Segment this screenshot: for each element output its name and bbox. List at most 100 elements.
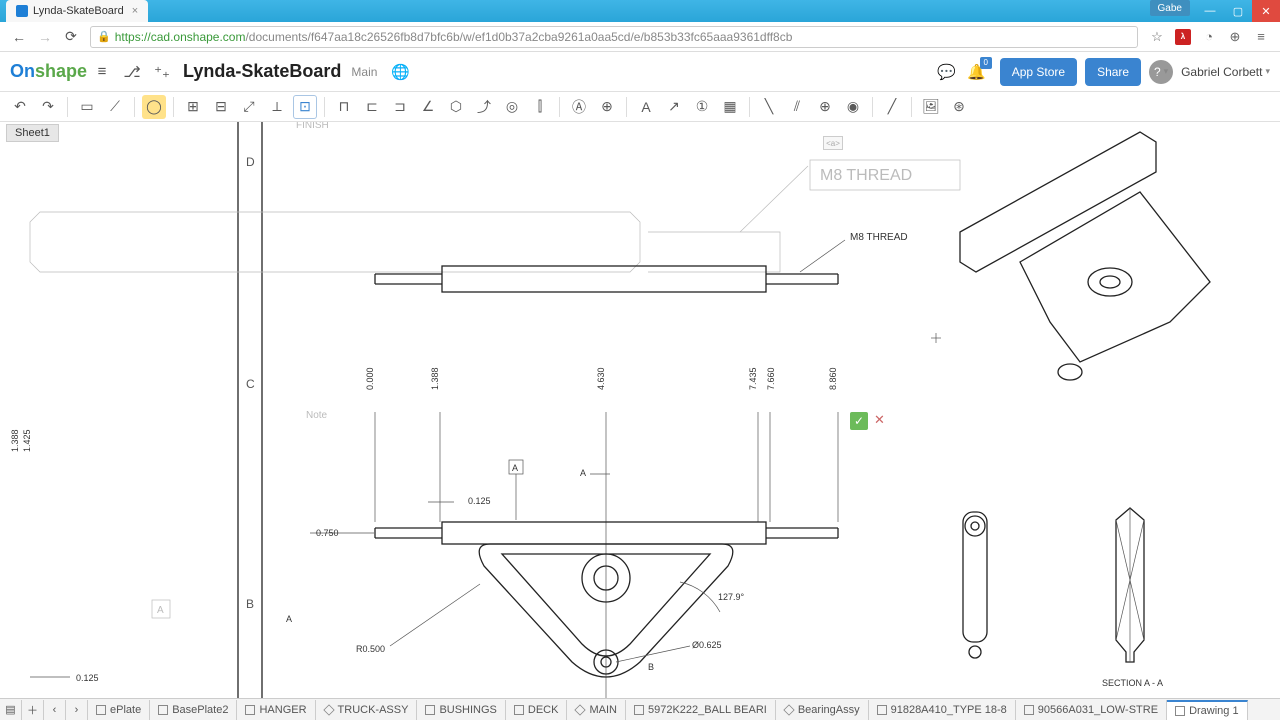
highlight-icon[interactable]: ◯ <box>142 95 166 119</box>
insert-icon[interactable]: ⁺₊ <box>151 61 173 83</box>
dim-chain-icon[interactable]: ⫿ <box>528 95 552 119</box>
tab-close-icon[interactable]: × <box>132 5 138 17</box>
tab-5972k222-ball-beari[interactable]: 5972K222_BALL BEARI <box>626 700 776 720</box>
comments-icon[interactable]: 💬 <box>936 61 958 83</box>
section-view-icon[interactable]: ⊡ <box>293 95 317 119</box>
svg-text:0.125: 0.125 <box>76 673 99 683</box>
tab-deck[interactable]: DECK <box>506 700 568 720</box>
svg-text:Note: Note <box>306 410 328 421</box>
user-menu[interactable]: Gabriel Corbett▾ <box>1181 65 1270 79</box>
favicon-icon <box>16 5 28 17</box>
svg-text:1.425: 1.425 <box>22 429 32 452</box>
tab-prev-icon[interactable]: ‹ <box>44 700 66 720</box>
sheet-icon[interactable]: ▭ <box>75 95 99 119</box>
nav-back-icon[interactable]: ← <box>8 26 30 48</box>
tab-next-icon[interactable]: › <box>66 700 88 720</box>
tab-drawing-1[interactable]: Drawing 1 <box>1167 700 1248 720</box>
doc-menu-icon[interactable]: ≡ <box>91 61 113 83</box>
target-icon[interactable]: ◉ <box>841 95 865 119</box>
browser-titlebar: Lynda-SkateBoard × Gabe — ▢ ✕ <box>0 0 1280 22</box>
tab-truck-assy[interactable]: TRUCK-ASSY <box>316 700 418 720</box>
minimize-icon[interactable]: — <box>1196 0 1224 22</box>
ext1-icon[interactable]: ◔ <box>1199 27 1219 47</box>
tab-label: HANGER <box>259 704 306 716</box>
tab-label: ePlate <box>110 704 141 716</box>
gtol-icon[interactable]: ⊕ <box>595 95 619 119</box>
dim2-icon[interactable]: ⊏ <box>360 95 384 119</box>
part-icon <box>245 705 255 715</box>
help-icon[interactable]: ?▾ <box>1149 60 1173 84</box>
view3-icon[interactable]: ⤢ <box>237 95 261 119</box>
svg-text:FINISH: FINISH <box>296 122 329 131</box>
table-icon[interactable]: ▦ <box>718 95 742 119</box>
address-bar[interactable]: 🔒 https:// cad.onshape.com /documents/f6… <box>90 26 1138 48</box>
document-name[interactable]: Lynda-SkateBoard <box>183 61 341 82</box>
tab-title: Lynda-SkateBoard <box>33 5 124 17</box>
dim-dia-icon[interactable]: ⬡ <box>444 95 468 119</box>
tab-eplate[interactable]: ePlate <box>88 700 150 720</box>
view4-icon[interactable]: ⟂ <box>265 95 289 119</box>
dim1-icon[interactable]: ⊓ <box>332 95 356 119</box>
view1-icon[interactable]: ⊞ <box>181 95 205 119</box>
drawing-canvas[interactable]: Sheet1 <a> ✓ ✕ D C B FINISH M8 THREAD M8… <box>0 122 1280 698</box>
centermark-icon[interactable]: ⊕ <box>813 95 837 119</box>
svg-text:C: C <box>246 377 255 391</box>
ext2-icon[interactable]: ⊕ <box>1225 27 1245 47</box>
edge-icon[interactable]: ╱ <box>880 95 904 119</box>
svg-text:SECTION A - A: SECTION A - A <box>1102 678 1163 688</box>
undo-icon[interactable]: ↶ <box>8 95 32 119</box>
view2-icon[interactable]: ⊟ <box>209 95 233 119</box>
nav-forward-icon[interactable]: → <box>34 26 56 48</box>
dim-rad-icon[interactable]: ⤴ <box>472 95 496 119</box>
window-controls: Gabe — ▢ ✕ <box>1150 0 1280 22</box>
tab-hanger[interactable]: HANGER <box>237 700 315 720</box>
part-icon <box>1024 705 1034 715</box>
tab-bushings[interactable]: BUSHINGS <box>417 700 505 720</box>
tab-label: BUSHINGS <box>439 704 496 716</box>
pdf-ext-icon[interactable]: λ <box>1173 27 1193 47</box>
note-text-icon[interactable]: A <box>634 95 658 119</box>
datum-feature-icon[interactable]: Ⓐ <box>567 95 591 119</box>
tab-91828a410-type-18-8[interactable]: 91828A410_TYPE 18-8 <box>869 700 1016 720</box>
dim-angle-icon[interactable]: ∠ <box>416 95 440 119</box>
leader-icon[interactable]: ↗ <box>662 95 686 119</box>
dim3-icon[interactable]: ⊐ <box>388 95 412 119</box>
redo-icon[interactable]: ↷ <box>36 95 60 119</box>
line-icon[interactable]: ╲ <box>757 95 781 119</box>
tab-bearingassy[interactable]: BearingAssy <box>776 700 869 720</box>
window-close-icon[interactable]: ✕ <box>1252 0 1280 22</box>
measure-icon[interactable]: ⟋ <box>103 95 127 119</box>
chrome-user-chip[interactable]: Gabe <box>1150 0 1190 16</box>
appstore-button[interactable]: App Store <box>1000 58 1077 86</box>
version-graph-icon[interactable]: ⎇ <box>121 61 143 83</box>
assembly-icon <box>323 704 334 715</box>
share-button[interactable]: Share <box>1085 58 1141 86</box>
notifications-icon[interactable]: 🔔0 <box>966 61 988 83</box>
browser-tab[interactable]: Lynda-SkateBoard × <box>6 0 148 22</box>
dim-ord-icon[interactable]: ◎ <box>500 95 524 119</box>
tab-baseplate2[interactable]: BasePlate2 <box>150 700 237 720</box>
svg-text:B: B <box>246 597 254 611</box>
balloon-icon[interactable]: ① <box>690 95 714 119</box>
part-icon <box>96 705 106 715</box>
tab-list-icon[interactable]: ▤ <box>0 700 22 720</box>
globe-icon[interactable]: 🌐 <box>389 61 411 83</box>
star-icon[interactable]: ☆ <box>1147 27 1167 47</box>
tab-90566a031-low-stre[interactable]: 90566A031_LOW-STRE <box>1016 700 1167 720</box>
svg-text:127.9°: 127.9° <box>718 592 745 602</box>
assembly-icon <box>783 704 794 715</box>
tab-add-icon[interactable]: ＋ <box>22 700 44 720</box>
maximize-icon[interactable]: ▢ <box>1224 0 1252 22</box>
tab-label: DECK <box>528 704 559 716</box>
symbol-icon[interactable]: ⊛ <box>947 95 971 119</box>
nav-reload-icon[interactable]: ⟳ <box>60 26 82 48</box>
image-icon[interactable]: 🖼 <box>919 95 943 119</box>
svg-text:Ø0.625: Ø0.625 <box>692 640 722 650</box>
onshape-logo[interactable]: Onshape <box>10 61 87 82</box>
tab-main[interactable]: MAIN <box>567 700 626 720</box>
svg-text:A: A <box>157 605 164 616</box>
centerline-icon[interactable]: ⫽ <box>785 95 809 119</box>
part-icon <box>634 705 644 715</box>
branch-name[interactable]: Main <box>351 65 377 79</box>
menu-icon[interactable]: ≡ <box>1251 27 1271 47</box>
